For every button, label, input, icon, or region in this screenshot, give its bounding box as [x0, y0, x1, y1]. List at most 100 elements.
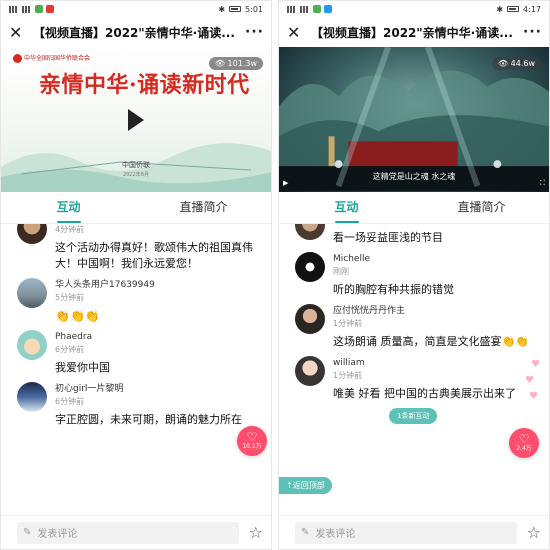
bottom-bar: ✎ 发表评论 ☆ [279, 515, 549, 549]
right-phone-screen: ✱ 4:17 ✕ 【视频直播】2022"亲情中华·诵读... ··· 👁 44.… [278, 0, 550, 550]
comment-author: william [333, 358, 365, 368]
poster-landscape [1, 143, 271, 192]
comment-text: 听的胸腔有种共振的错觉 [333, 283, 454, 296]
comment-author: 应付恍恍丹丹作主 [333, 306, 406, 316]
comment-text: 字正腔圆，未来可期，朗诵的魅力所在 [55, 413, 242, 426]
star-icon[interactable]: ☆ [249, 523, 263, 542]
floating-heart-icon: ♥ [529, 391, 538, 402]
app-notification-icon [324, 5, 332, 13]
comment-item: 初心girl一片黎明 6分钟前 字正腔圆，未来可期，朗诵的魅力所在 [1, 382, 271, 428]
left-phone-screen: ✱ 5:01 ✕ 【视频直播】2022"亲情中华·诵读... ··· 中华全国归… [0, 0, 272, 550]
fullscreen-icon[interactable]: ⛶ [540, 179, 545, 188]
title-bar: ✕ 【视频直播】2022"亲情中华·诵读... ··· [279, 17, 549, 47]
comment-time: 6分钟前 [55, 397, 85, 406]
comment-text: 看一场妥益匪浅的节目 [333, 231, 443, 244]
comment-time: 6分钟前 [55, 345, 85, 354]
avatar [17, 330, 47, 360]
comment-time: 1分钟前 [333, 371, 363, 380]
poster-org: 中国侨联 [122, 161, 150, 169]
comment-item: Phaedra 6分钟前 我爱你中国 [1, 330, 271, 376]
comment-feed[interactable]: 4分钟前 这个活动办得真好！歌颂伟大的祖国真伟大！中国啊！我们永远爱您！ 华人头… [1, 224, 271, 515]
comment-item: william 1分钟前 唯美 好看 把中国的古典美展示出来了 [279, 356, 549, 402]
view-count-badge: 👁 44.6w [491, 57, 541, 70]
heart-icon: ♡ [246, 430, 258, 444]
signal-icon [9, 5, 19, 13]
status-bar: ✱ 5:01 [1, 1, 271, 17]
org-logo-icon [13, 54, 22, 63]
comment-text: 唯美 好看 把中国的古典美展示出来了 [333, 387, 516, 400]
bluetooth-icon: ✱ [496, 4, 504, 14]
comment-time: 5分钟前 [55, 293, 85, 302]
signal-icon [300, 5, 310, 13]
page-title: 【视频直播】2022"亲情中华·诵读... [311, 25, 513, 40]
heart-icon: ♡ [518, 432, 530, 446]
play-icon[interactable]: ▶ [283, 179, 288, 188]
battery-icon [229, 6, 242, 12]
comment-input-placeholder: 发表评论 [315, 529, 356, 540]
tab-bar: 互动 直播简介 [279, 192, 549, 224]
status-bar: ✱ 4:17 [279, 1, 549, 17]
clock: 4:17 [523, 4, 541, 14]
app-notification-icon [35, 5, 43, 13]
comment-text: 👏👏👏 [55, 309, 100, 323]
avatar [17, 278, 47, 308]
tab-interaction[interactable]: 互动 [1, 192, 136, 223]
floating-heart-icon: ♥ [525, 375, 534, 386]
new-interactions-pill[interactable]: 1条新互动 [389, 408, 438, 424]
comment-feed[interactable]: 看一场妥益匪浅的节目 Michelle 刚刚 听的胸腔有种共振的错觉 应付恍恍丹… [279, 224, 549, 515]
comment-input-placeholder: 发表评论 [37, 529, 78, 540]
app-notification-icon [313, 5, 321, 13]
poster-date: 2022年6月 [123, 172, 149, 178]
comment-time: 1分钟前 [333, 319, 363, 328]
page-title: 【视频直播】2022"亲情中华·诵读... [33, 25, 235, 40]
view-count-badge: 👁 101.3w [208, 57, 263, 70]
like-button[interactable]: ♡ 2.4万 [509, 428, 539, 458]
pencil-icon: ✎ [23, 527, 32, 538]
comment-text: 这个活动办得真好！歌颂伟大的祖国真伟大！中国啊！我们永远爱您！ [55, 241, 253, 270]
comment-item: 应付恍恍丹丹作主 1分钟前 这场朗诵 质量高，简直是文化盛宴👏👏 [279, 304, 549, 350]
pencil-icon: ✎ [301, 527, 310, 538]
clock: 5:01 [245, 4, 263, 14]
comment-item: 4分钟前 这个活动办得真好！歌颂伟大的祖国真伟大！中国啊！我们永远爱您！ [1, 224, 271, 272]
signal-icon [287, 5, 297, 13]
video-controls: ▶ ⛶ [283, 179, 545, 188]
signal-icon [22, 5, 32, 13]
tab-live-intro[interactable]: 直播简介 [136, 192, 271, 223]
video-player[interactable]: 👁 44.6w 这精党是山之魂 水之魂 ▶ ⛶ [279, 47, 549, 192]
poster-header: 中华全国归国华侨联合会 [13, 53, 90, 63]
bluetooth-icon: ✱ [218, 4, 226, 14]
tab-live-intro[interactable]: 直播简介 [414, 192, 549, 223]
app-notification-icon [46, 5, 54, 13]
comment-text: 这场朗诵 质量高，简直是文化盛宴👏👏 [333, 335, 529, 348]
comment-item: Michelle 刚刚 听的胸腔有种共振的错觉 [279, 252, 549, 298]
avatar [17, 224, 47, 244]
comment-text: 我爱你中国 [55, 361, 110, 374]
poster-title: 亲情中华·诵读新时代 [39, 72, 250, 98]
close-icon[interactable]: ✕ [287, 23, 305, 42]
play-icon[interactable] [128, 108, 144, 131]
close-icon[interactable]: ✕ [9, 23, 27, 42]
more-options-icon[interactable]: ··· [523, 24, 541, 40]
comment-author: 初心girl一片黎明 [55, 384, 124, 394]
like-count: 2.4万 [516, 445, 532, 452]
comment-time: 4分钟前 [55, 225, 85, 234]
star-icon[interactable]: ☆ [527, 523, 541, 542]
tab-bar: 互动 直播简介 [1, 192, 271, 224]
like-count: 10.1万 [242, 443, 262, 450]
avatar [295, 224, 325, 240]
video-player[interactable]: 中华全国归国华侨联合会 亲情中华·诵读新时代 👁 101.3w 中国侨联 202… [1, 47, 271, 192]
bottom-bar: ✎ 发表评论 ☆ [1, 515, 271, 549]
comment-author: Michelle [333, 254, 370, 264]
comment-item: 看一场妥益匪浅的节目 [279, 224, 549, 246]
more-options-icon[interactable]: ··· [245, 24, 263, 40]
avatar [295, 304, 325, 334]
comment-author: Phaedra [55, 332, 93, 342]
like-button[interactable]: ♡ 10.1万 [237, 426, 267, 456]
tab-interaction[interactable]: 互动 [279, 192, 414, 223]
comment-author: 华人头条用户17639949 [55, 280, 155, 290]
title-bar: ✕ 【视频直播】2022"亲情中华·诵读... ··· [1, 17, 271, 47]
back-to-top-button[interactable]: ↑返回顶部 [279, 477, 332, 494]
comment-input[interactable]: ✎ 发表评论 [295, 521, 517, 544]
comment-input[interactable]: ✎ 发表评论 [17, 521, 239, 544]
avatar [295, 252, 325, 282]
